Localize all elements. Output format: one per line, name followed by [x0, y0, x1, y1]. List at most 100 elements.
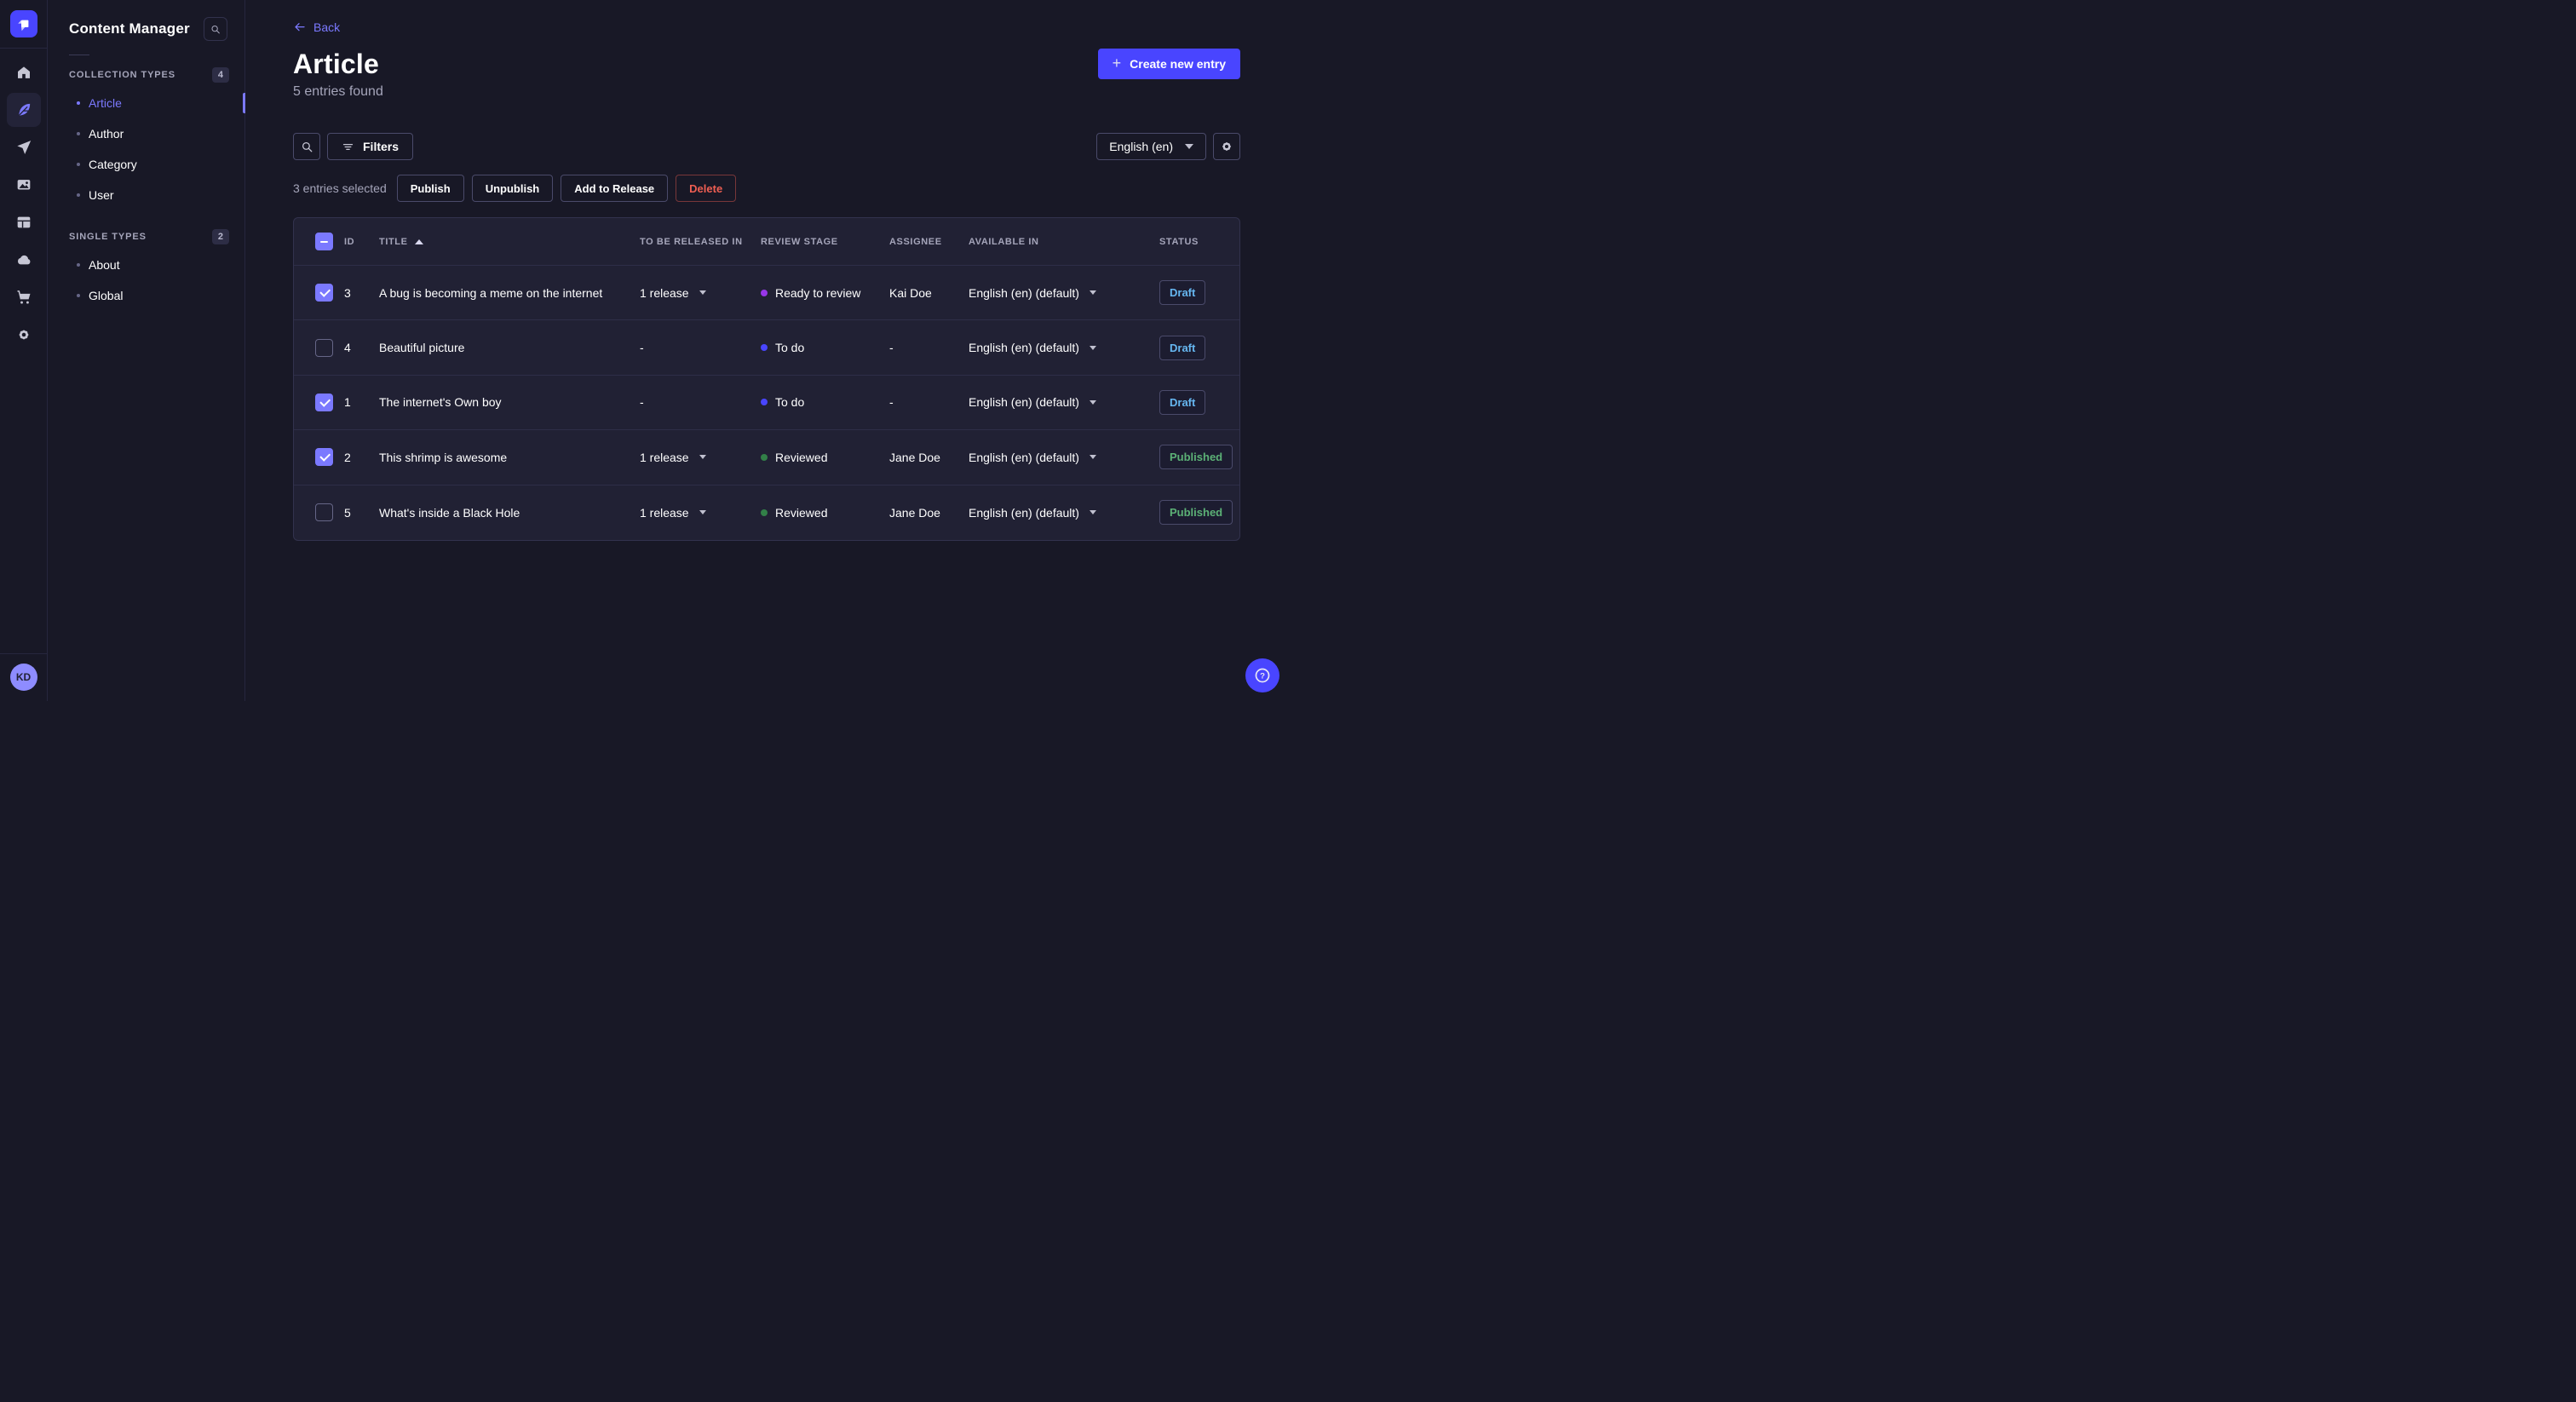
- rail-footer: KD: [0, 653, 47, 701]
- question-mark-icon: ?: [1255, 668, 1270, 683]
- column-header-available-in: AVAILABLE IN: [969, 236, 1039, 247]
- add-to-release-button[interactable]: Add to Release: [561, 175, 669, 202]
- sidebar-item-label: About: [89, 258, 120, 272]
- table-row[interactable]: 2 This shrimp is awesome 1 release Revie…: [294, 430, 1239, 486]
- rail-item-home[interactable]: [7, 55, 41, 89]
- gear-icon: [1222, 142, 1231, 151]
- rail-item-content-manager[interactable]: [6, 93, 41, 127]
- release-dropdown[interactable]: 1 release: [640, 286, 761, 300]
- release-dropdown[interactable]: 1 release: [640, 451, 761, 464]
- bullet-icon: [77, 193, 80, 197]
- review-stage-dot-icon: [761, 453, 768, 461]
- section-count-badge: 2: [211, 229, 229, 244]
- table-row[interactable]: 4 Beautiful picture - To do - English (e…: [294, 320, 1239, 376]
- cell-assignee: Jane Doe: [889, 505, 940, 520]
- selection-actions-row: 3 entries selected Publish Unpublish Add…: [293, 175, 1240, 202]
- table-row[interactable]: 5 What's inside a Black Hole 1 release R…: [294, 486, 1239, 540]
- cell-status: Draft: [1159, 280, 1226, 306]
- select-all-checkbox[interactable]: [315, 233, 333, 250]
- cell-title: What's inside a Black Hole: [379, 505, 520, 520]
- cell-id: 4: [344, 341, 351, 355]
- status-badge: Draft: [1159, 335, 1206, 360]
- column-header-title[interactable]: TITLE: [379, 237, 640, 247]
- entries-table-panel: ID TITLE TO BE RELEASED IN REVIEW STAGE …: [293, 217, 1240, 541]
- rail-item-content-type-builder[interactable]: [7, 205, 41, 239]
- release-dropdown[interactable]: 1 release: [640, 506, 761, 520]
- sidebar-item-category[interactable]: Category: [48, 149, 244, 180]
- cell-title: The internet's Own boy: [379, 395, 502, 410]
- search-button[interactable]: [293, 133, 320, 160]
- back-link[interactable]: Back: [293, 20, 340, 34]
- rail-item-marketplace[interactable]: [7, 280, 41, 314]
- status-badge: Draft: [1159, 389, 1206, 415]
- sidebar-item-article[interactable]: Article: [48, 88, 245, 118]
- rail-item-deploy[interactable]: [7, 243, 41, 277]
- sidebar-section-header: COLLECTION TYPES 4: [48, 67, 244, 83]
- help-button[interactable]: ?: [1245, 658, 1279, 692]
- locale-dropdown[interactable]: English (en) (default): [969, 395, 1159, 409]
- column-header-review-stage: REVIEW STAGE: [761, 236, 838, 247]
- cell-review-stage: To do: [761, 341, 889, 354]
- entries-count-text: 5 entries found: [293, 84, 383, 99]
- rail-item-settings[interactable]: [7, 318, 41, 352]
- locale-dropdown[interactable]: English (en) (default): [969, 341, 1159, 354]
- cloud-icon: [17, 255, 30, 265]
- cell-id: 3: [344, 285, 351, 300]
- locale-selected-value: English (en): [1109, 140, 1173, 153]
- sidebar-search-button[interactable]: [204, 17, 227, 41]
- logo-section: [0, 0, 47, 49]
- unpublish-button[interactable]: Unpublish: [471, 175, 554, 202]
- review-stage-dot-icon: [761, 344, 768, 352]
- sidebar-item-label: Article: [89, 96, 122, 110]
- strapi-logo-icon: [17, 20, 28, 32]
- rail-item-media-library[interactable]: [7, 168, 41, 202]
- sidebar-item-global[interactable]: Global: [48, 280, 244, 311]
- filters-button[interactable]: Filters: [327, 133, 414, 160]
- sidebar-item-about[interactable]: About: [48, 250, 244, 280]
- create-new-entry-button[interactable]: + Create new entry: [1097, 49, 1240, 79]
- bullet-icon: [77, 132, 80, 135]
- sidebar-item-list: About Global: [48, 250, 244, 311]
- media-library-icon: [17, 180, 30, 190]
- column-header-assignee: ASSIGNEE: [889, 236, 942, 247]
- cell-release: -: [640, 395, 644, 410]
- locale-dropdown[interactable]: English (en) (default): [969, 451, 1159, 464]
- sidebar-header: Content Manager: [48, 0, 244, 41]
- caret-down-icon: [1089, 290, 1096, 296]
- publish-button[interactable]: Publish: [396, 175, 464, 202]
- row-checkbox[interactable]: [315, 284, 333, 302]
- sidebar-item-label: Author: [89, 127, 124, 141]
- row-checkbox[interactable]: [315, 503, 333, 522]
- sidebar-item-list: Article Author Category User: [48, 88, 245, 210]
- section-count-badge: 4: [211, 67, 229, 83]
- sidebar-item-user[interactable]: User: [48, 180, 244, 210]
- bulk-action-buttons: Publish Unpublish Add to Release Delete: [396, 175, 737, 202]
- list-settings-button[interactable]: [1213, 133, 1240, 160]
- table-row[interactable]: 3 A bug is becoming a meme on the intern…: [294, 266, 1239, 321]
- user-avatar[interactable]: KD: [9, 664, 37, 691]
- sidebar-section-label: SINGLE TYPES: [69, 232, 147, 242]
- strapi-logo[interactable]: [9, 10, 37, 37]
- row-checkbox[interactable]: [315, 338, 333, 357]
- sidebar-item-label: Category: [89, 158, 137, 171]
- list-toolbar: Filters English (en): [293, 133, 1240, 160]
- delete-button[interactable]: Delete: [676, 175, 737, 202]
- review-stage-dot-icon: [761, 509, 768, 516]
- row-checkbox[interactable]: [315, 393, 333, 411]
- locale-select[interactable]: English (en): [1096, 133, 1206, 160]
- locale-dropdown[interactable]: English (en) (default): [969, 286, 1159, 300]
- back-label: Back: [313, 20, 341, 34]
- cell-status: Published: [1159, 445, 1233, 470]
- locale-dropdown[interactable]: English (en) (default): [969, 506, 1159, 520]
- row-checkbox[interactable]: [315, 448, 333, 467]
- settings-gear-icon: [19, 330, 28, 340]
- sidebar-item-author[interactable]: Author: [48, 118, 244, 149]
- rail-item-releases[interactable]: [7, 130, 41, 164]
- table-row[interactable]: 1 The internet's Own boy - To do - Engli…: [294, 376, 1239, 431]
- active-indicator: [243, 93, 245, 113]
- arrow-left-icon: [295, 23, 305, 32]
- cell-status: Published: [1159, 500, 1233, 526]
- caret-down-icon: [699, 455, 706, 460]
- content-manager-feather-icon: [17, 103, 30, 117]
- filters-label: Filters: [363, 140, 400, 153]
